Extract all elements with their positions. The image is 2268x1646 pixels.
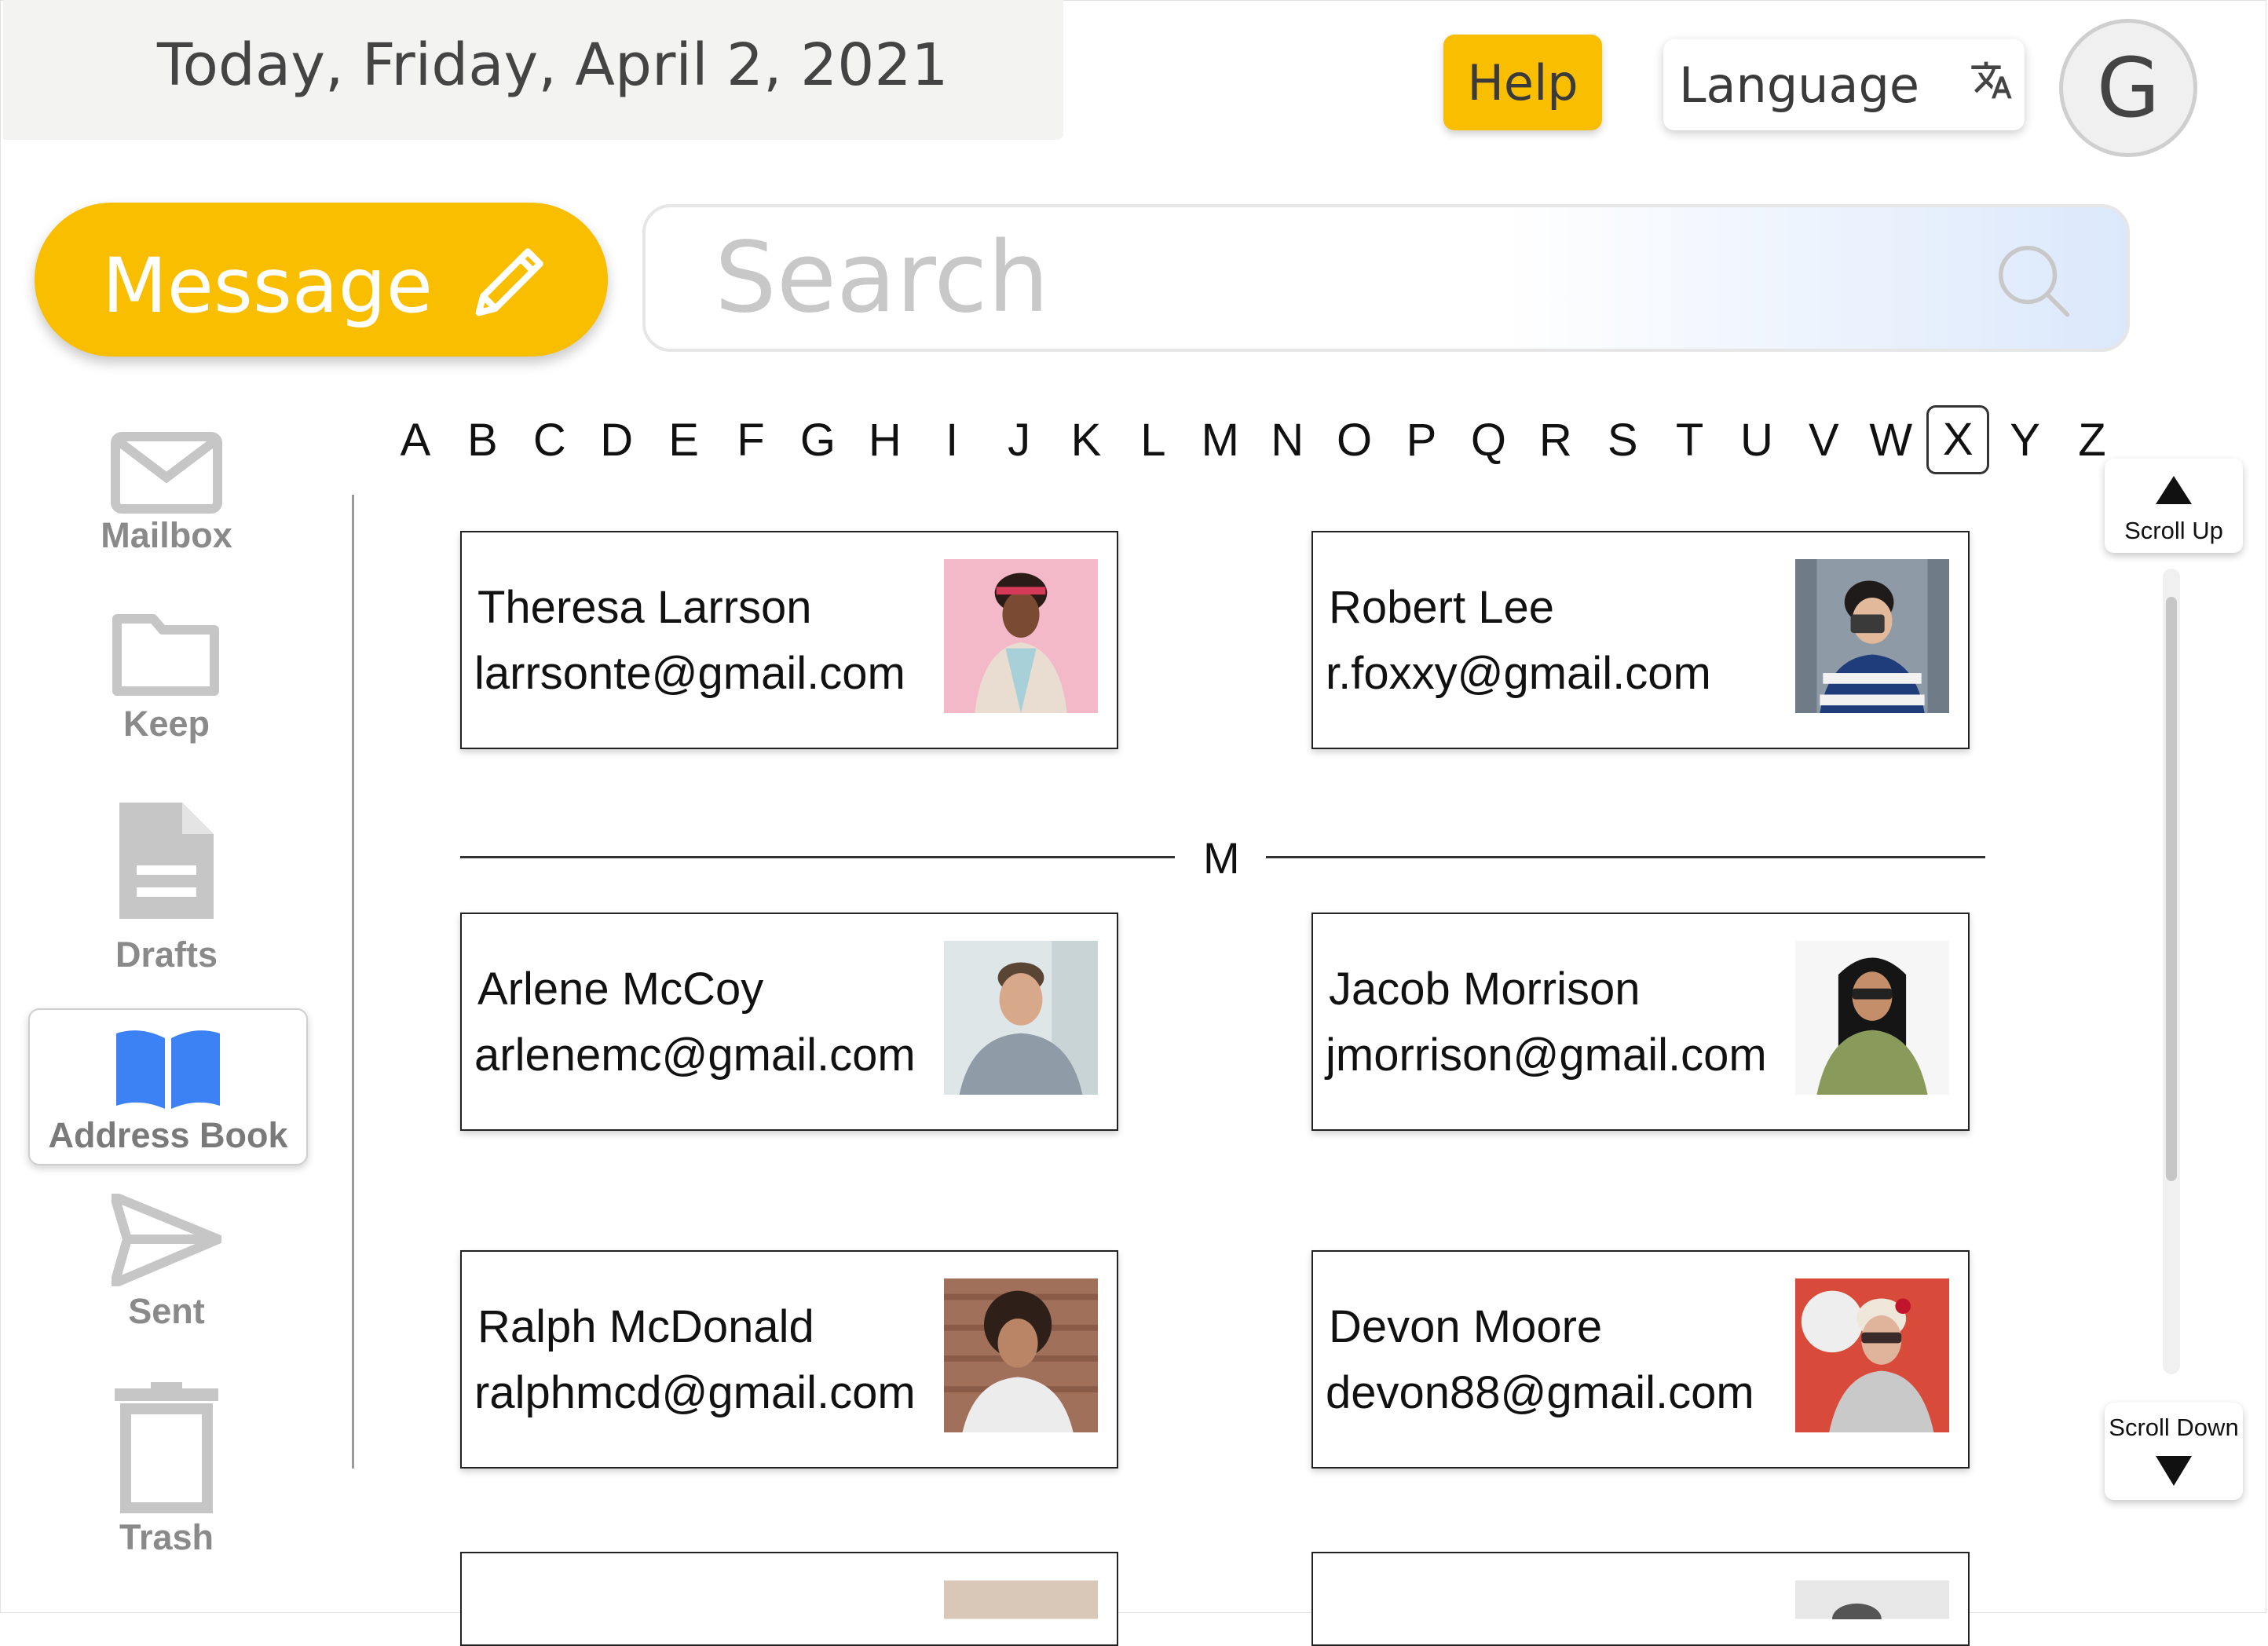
sidebar-item-label: Drafts [115,935,218,975]
alphabet-letter-w[interactable]: W [1864,408,1919,473]
sidebar-item-label: Mailbox [101,515,232,555]
scroll-down-label: Scroll Down [2109,1414,2239,1441]
contact-card[interactable]: Theresa Larrson larrsonte@gmail.com [460,531,1118,749]
sidebar-item-label: Keep [123,704,210,744]
pencil-icon [475,248,543,316]
alphabet-letter-i[interactable]: I [924,408,979,473]
contact-email: larrsonte@gmail.com [474,648,905,699]
alphabet-letter-g[interactable]: G [790,408,845,473]
alphabet-letter-d[interactable]: D [589,408,644,473]
alphabet-letter-h[interactable]: H [858,408,913,473]
sidebar-item-label: Trash [119,1517,214,1557]
language-label: Language [1679,57,1919,114]
avatar[interactable]: G [2059,19,2197,157]
sidebar-item-sent[interactable]: Sent [28,1194,305,1332]
alphabet-letter-e[interactable]: E [657,408,711,473]
alphabet-letter-r[interactable]: R [1528,408,1583,473]
folder-icon [112,614,219,696]
alphabet-letter-f[interactable]: F [723,408,778,473]
contact-email: jmorrison@gmail.com [1326,1030,1767,1081]
contact-photo [1795,1278,1949,1432]
contact-name: Jacob Morrison [1329,964,1641,1015]
scroll-down-button[interactable]: Scroll Down [2105,1403,2243,1500]
alphabet-letter-j[interactable]: J [992,408,1047,473]
alphabet-letter-b[interactable]: B [455,408,510,473]
search-bar[interactable] [642,204,2130,352]
contact-name: Arlene McCoy [477,964,764,1015]
sidebar-divider [352,495,354,1469]
alphabet-letter-u[interactable]: U [1729,408,1784,473]
alphabet-letter-p[interactable]: P [1394,408,1449,473]
contact-card[interactable]: Arlene McCoy arlenemc@gmail.com [460,913,1118,1131]
contact-card[interactable]: Ralph McDonald ralphmcd@gmail.com [460,1250,1118,1469]
alphabet-letter-k[interactable]: K [1059,408,1114,473]
alphabet-letter-n[interactable]: N [1260,408,1315,473]
sidebar-item-trash[interactable]: Trash [28,1381,305,1558]
contact-email: devon88@gmail.com [1326,1367,1754,1418]
date-text: Today, Friday, April 2, 2021 [157,31,949,99]
alphabet-letter-t[interactable]: T [1663,408,1717,473]
alphabet-letter-o[interactable]: O [1327,408,1382,473]
contact-photo [944,941,1098,1095]
document-icon [119,803,214,919]
section-letter: M [1203,833,1240,883]
alphabet-letter-a[interactable]: A [388,408,443,473]
section-divider [460,856,1175,858]
contact-card-partial[interactable] [460,1552,1118,1646]
section-divider [1266,856,1985,858]
contact-photo [944,1278,1098,1432]
sidebar-item-mailbox[interactable]: Mailbox [28,430,305,556]
date-panel: Today, Friday, April 2, 2021 [3,0,1063,140]
sidebar-item-label: Sent [128,1291,205,1331]
contact-card[interactable]: Devon Moore devon88@gmail.com [1311,1250,1970,1469]
contact-name: Robert Lee [1329,582,1554,633]
alphabet-letter-v[interactable]: V [1796,408,1851,473]
contact-photo [1795,1580,1949,1619]
language-button[interactable]: Language [1663,39,2025,130]
search-icon[interactable] [1990,237,2076,324]
message-label: Message [102,242,433,330]
scrollbar-thumb[interactable] [2166,597,2177,1181]
sidebar-item-label: Address Book [48,1115,288,1155]
contact-email: ralphmcd@gmail.com [474,1367,916,1418]
contact-photo [1795,941,1949,1095]
alphabet-letter-y[interactable]: Y [1998,408,2053,473]
triangle-down-icon [2156,1456,2192,1486]
paper-plane-icon [112,1194,221,1286]
scroll-up-button[interactable]: Scroll Up [2105,459,2243,553]
help-button[interactable]: Help [1443,35,1602,130]
sidebar-item-address-book[interactable]: Address Book [28,1008,308,1165]
search-input[interactable] [715,231,1814,325]
translate-icon [1971,61,2012,99]
contact-card[interactable]: Jacob Morrison jmorrison@gmail.com [1311,913,1970,1131]
contact-card-partial[interactable] [1311,1552,1970,1646]
contact-name: Devon Moore [1329,1301,1603,1352]
contact-email: arlenemc@gmail.com [474,1030,916,1081]
alphabet-letter-q[interactable]: Q [1461,408,1516,473]
sidebar-item-drafts[interactable]: Drafts [28,795,305,975]
message-button[interactable]: Message [35,203,608,357]
book-icon [116,1030,220,1109]
alphabet-letter-s[interactable]: S [1595,408,1650,473]
alphabet-letter-x[interactable]: X [1926,405,1990,474]
contact-name: Theresa Larrson [477,582,812,633]
alphabet-letter-m[interactable]: M [1193,408,1248,473]
contact-photo [944,1580,1098,1619]
envelope-icon [111,432,222,514]
sidebar-item-keep[interactable]: Keep [28,609,305,744]
contact-card[interactable]: Robert Lee r.foxxy@gmail.com [1311,531,1970,749]
alphabet-letter-l[interactable]: L [1125,408,1180,473]
trash-icon [115,1382,218,1513]
contact-photo [1795,559,1949,713]
contact-name: Ralph McDonald [477,1301,814,1352]
contact-photo [944,559,1098,713]
triangle-up-icon [2156,476,2192,504]
alphabet-letter-c[interactable]: C [522,408,577,473]
contact-email: r.foxxy@gmail.com [1326,648,1711,699]
scroll-up-label: Scroll Up [2124,517,2223,544]
